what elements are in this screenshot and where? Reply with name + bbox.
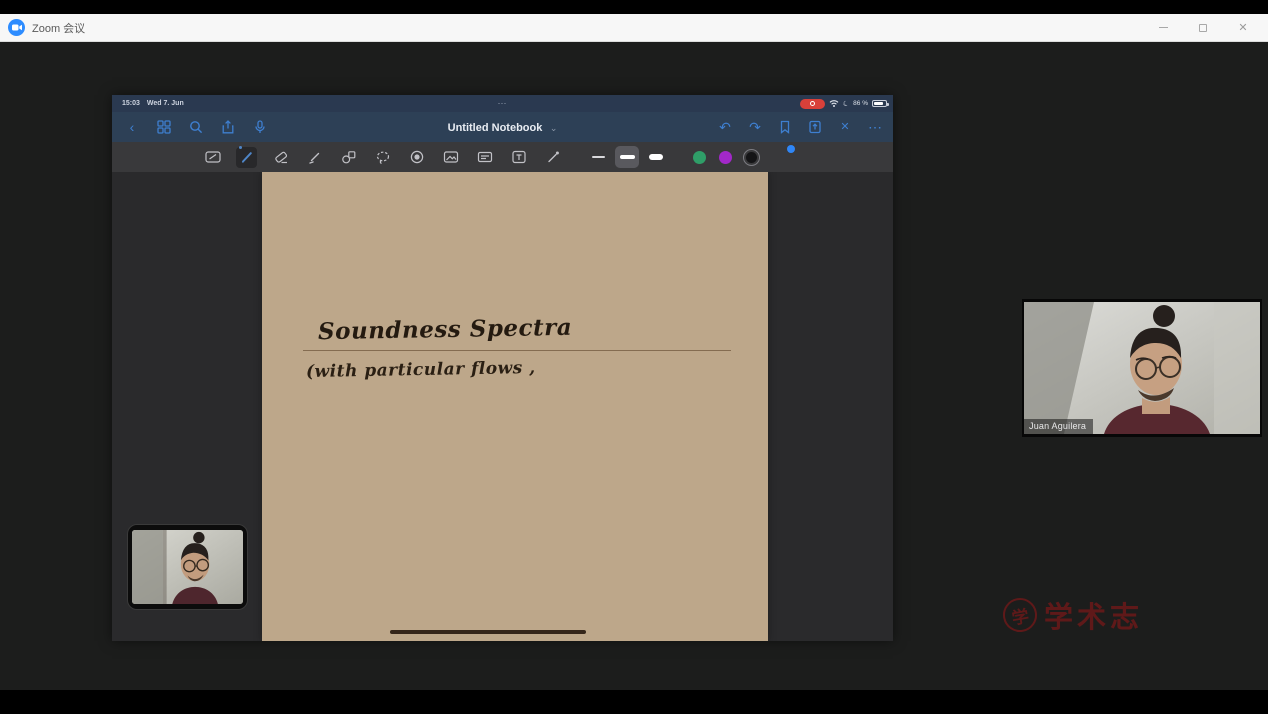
participant-name: Juan Aguilera	[1024, 419, 1093, 434]
status-right: ☾ 86 %	[800, 95, 887, 112]
color-green-button[interactable]	[691, 149, 708, 166]
titlebar-left: Zoom 会议	[8, 19, 85, 36]
thickness-thin-button[interactable]	[586, 146, 610, 168]
wifi-icon	[829, 99, 839, 109]
black-swatch	[746, 152, 757, 163]
pen-tip-indicator	[239, 146, 242, 149]
letterbox-top	[0, 0, 1268, 14]
redo-button[interactable]: ↷	[747, 119, 763, 135]
watermark-logo-icon: 学	[1000, 595, 1039, 634]
notebook-title[interactable]: Untitled Notebook	[448, 122, 543, 134]
thickness-medium-button[interactable]	[615, 146, 639, 168]
self-view-video[interactable]	[127, 524, 248, 610]
color-black-button[interactable]	[743, 149, 760, 166]
back-button[interactable]: ‹	[124, 119, 140, 135]
more-options-button[interactable]: ⋯	[867, 119, 883, 135]
watermark: 学 学术志	[1003, 594, 1143, 636]
blue-indicator-dot[interactable]	[787, 145, 795, 153]
status-more-dots: ⋯	[112, 98, 893, 109]
close-notebook-button[interactable]: ✕	[837, 119, 853, 135]
highlighter-tool-button[interactable]	[304, 147, 325, 168]
stylus-settings-button[interactable]	[542, 147, 563, 168]
recording-badge	[800, 99, 825, 109]
nav-left-buttons: ‹	[112, 119, 268, 135]
participant-feed: Juan Aguilera	[1024, 302, 1260, 434]
maximize-button[interactable]	[1196, 21, 1210, 35]
microphone-button[interactable]	[252, 119, 268, 135]
shapes-tool-button[interactable]	[338, 147, 359, 168]
laser-pointer-button[interactable]	[406, 147, 427, 168]
purple-swatch	[719, 151, 732, 164]
undo-button[interactable]: ↶	[717, 119, 733, 135]
screen: Zoom 会议 ✕ 15:03 Wed 7. Jun ⋯ ☾ 86 %	[0, 0, 1268, 714]
stroke-thickness-group	[586, 146, 668, 168]
export-page-button[interactable]	[807, 119, 823, 135]
pen-tool-button[interactable]	[236, 147, 257, 168]
window-title: Zoom 会议	[32, 20, 85, 36]
bookmark-button[interactable]	[777, 119, 793, 135]
share-button[interactable]	[220, 119, 236, 135]
color-purple-button[interactable]	[717, 149, 734, 166]
window-controls: ✕	[1156, 21, 1258, 35]
letterbox-bottom	[0, 690, 1268, 714]
zoom-window-titlebar: Zoom 会议 ✕	[0, 14, 1268, 42]
do-not-disturb-icon: ☾	[842, 99, 850, 109]
minimize-button[interactable]	[1156, 21, 1170, 35]
nav-right-buttons: ↶ ↷ ✕ ⋯	[717, 119, 883, 135]
drawing-toolbar	[112, 142, 893, 172]
chevron-down-icon: ⌄	[550, 123, 558, 133]
image-tool-button[interactable]	[440, 147, 461, 168]
heading-underline	[303, 350, 731, 351]
flashcard-tool-button[interactable]	[474, 147, 495, 168]
zoom-logo-icon	[8, 19, 25, 36]
watermark-text: 学术志	[1044, 594, 1143, 636]
self-view-feed	[132, 530, 243, 604]
participant-video[interactable]: Juan Aguilera	[1022, 299, 1262, 437]
search-button[interactable]	[188, 119, 204, 135]
handwritten-line2: (with particular flows ,	[306, 358, 536, 382]
readonly-mode-button[interactable]	[202, 147, 223, 168]
text-tool-button[interactable]	[508, 147, 529, 168]
handwritten-heading: Soundness Spectra	[318, 314, 573, 345]
color-swatch-group	[691, 149, 760, 166]
green-swatch	[693, 151, 706, 164]
notebook-nav-bar: ‹ Untitled Notebook ⌄ ↶	[112, 112, 893, 142]
eraser-tool-button[interactable]	[270, 147, 291, 168]
thumbnails-button[interactable]	[156, 119, 172, 135]
ipad-status-bar: 15:03 Wed 7. Jun ⋯ ☾ 86 %	[112, 95, 893, 112]
battery-percent: 86 %	[853, 100, 868, 107]
thickness-thick-button[interactable]	[644, 146, 668, 168]
notebook-page[interactable]: Soundness Spectra (with particular flows…	[262, 172, 768, 641]
home-indicator	[390, 630, 586, 634]
lasso-tool-button[interactable]	[372, 147, 393, 168]
close-button[interactable]: ✕	[1236, 21, 1250, 35]
battery-icon	[872, 100, 887, 107]
